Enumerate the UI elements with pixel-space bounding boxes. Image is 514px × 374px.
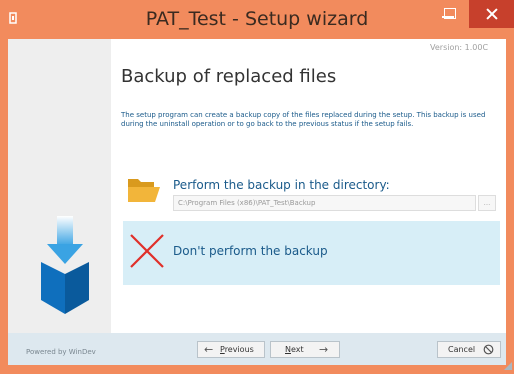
cancel-label: Cancel xyxy=(448,345,476,354)
next-label: ext xyxy=(290,345,304,354)
description-text: The setup program can create a backup co… xyxy=(121,111,486,128)
previous-button[interactable]: ← Previous xyxy=(197,341,265,358)
version-label: Version: 1.00C xyxy=(430,43,489,52)
arrow-left-icon: ← xyxy=(204,343,214,356)
previous-label: revious xyxy=(224,345,254,354)
resize-grip-icon[interactable] xyxy=(504,355,512,370)
arrow-right-icon: → xyxy=(319,343,329,356)
maximize-icon[interactable] xyxy=(437,0,463,28)
browse-button[interactable]: ... xyxy=(478,195,496,211)
no-backup-label[interactable]: Don't perform the backup xyxy=(173,244,328,258)
install-box-icon xyxy=(41,216,89,314)
red-x-icon[interactable] xyxy=(127,231,167,271)
folder-icon[interactable] xyxy=(127,175,161,203)
title-bar: PAT_Test - Setup wizard xyxy=(0,0,514,39)
backup-option-label[interactable]: Perform the backup in the directory: xyxy=(173,178,390,192)
cancel-button[interactable]: Cancel xyxy=(437,341,501,358)
cancel-icon xyxy=(483,344,494,355)
powered-by: Powered by WinDev xyxy=(26,348,96,356)
page-title: Backup of replaced files xyxy=(121,66,337,87)
next-button[interactable]: Next → xyxy=(270,341,340,358)
close-icon[interactable] xyxy=(469,0,514,28)
backup-directory-input[interactable] xyxy=(173,195,476,211)
left-panel xyxy=(8,39,111,365)
